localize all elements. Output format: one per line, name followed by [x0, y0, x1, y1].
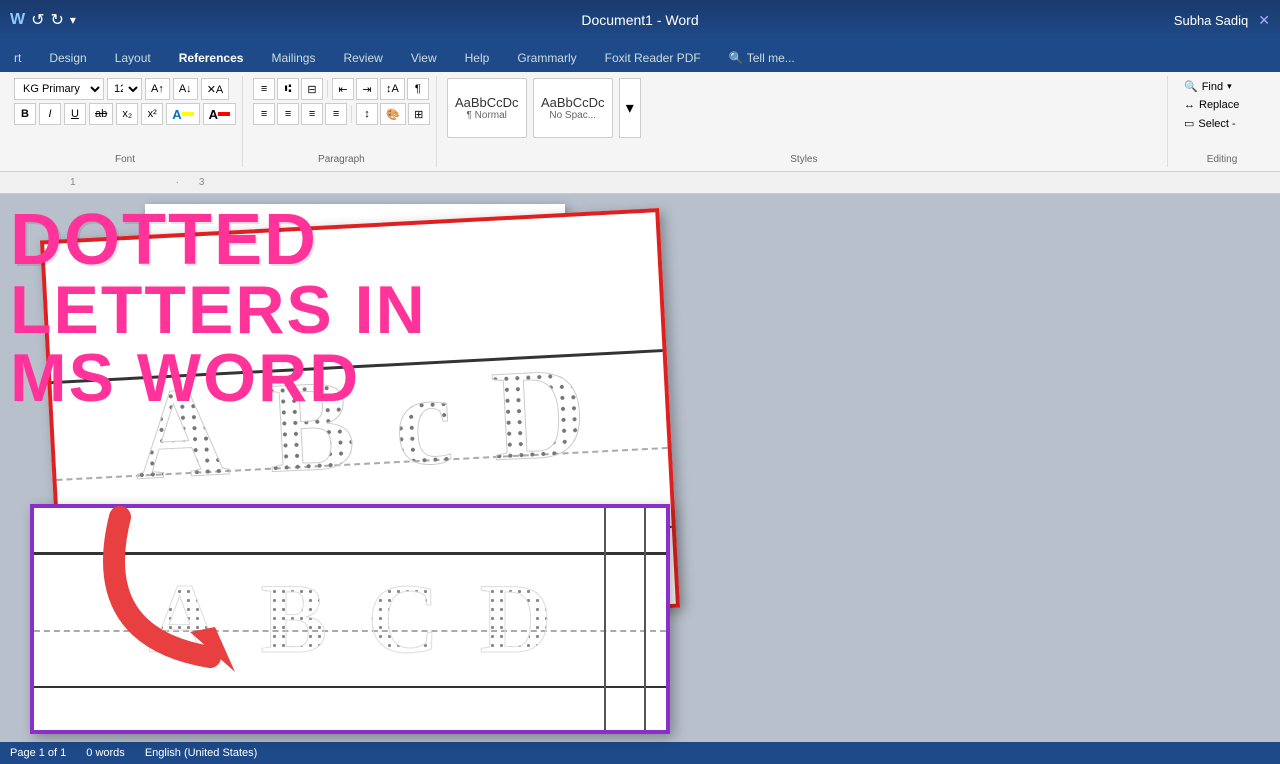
- title-bar-right: Subha Sadiq ✕: [1174, 12, 1270, 29]
- document-title: Document1 - Word: [581, 12, 698, 28]
- increase-font-button[interactable]: A↑: [145, 78, 170, 100]
- underline-button[interactable]: U: [64, 103, 86, 125]
- line-spacing-button[interactable]: ↕: [356, 103, 378, 125]
- tab-layout[interactable]: Layout: [101, 44, 165, 72]
- style-no-spacing[interactable]: AaBbCcDc No Spac...: [533, 78, 613, 138]
- shading-button[interactable]: 🎨: [380, 103, 406, 125]
- title-bar: W ↺ ↻ ▾ Document1 - Word Subha Sadiq ✕: [0, 0, 1280, 40]
- sort-button[interactable]: ↕A: [380, 78, 405, 100]
- page-info: Page 1 of 1: [10, 747, 66, 759]
- user-name: Subha Sadiq: [1174, 13, 1248, 28]
- overlay-line3: MS WORD: [10, 344, 427, 412]
- font-size-selector[interactable]: 12: [107, 78, 142, 100]
- arrow-svg: [60, 487, 310, 687]
- replace-button[interactable]: ↔ Replace: [1178, 97, 1266, 113]
- style-normal[interactable]: AaBbCcDc ¶ Normal: [447, 78, 527, 138]
- prev-letter-d: D: [489, 347, 590, 482]
- align-left-button[interactable]: ≡: [253, 103, 275, 125]
- overlay-line2: LETTERS IN: [10, 276, 427, 344]
- font-row1: KG Primary Do 12 A↑ A↓ ✕A: [14, 78, 236, 100]
- styles-row: AaBbCcDc ¶ Normal AaBbCcDc No Spac... ▾: [447, 78, 1161, 138]
- styles-group-label: Styles: [447, 152, 1161, 165]
- superscript-button[interactable]: x²: [141, 103, 163, 125]
- ruler: 1 · 3: [0, 172, 1280, 194]
- language: English (United States): [145, 747, 258, 759]
- arrow-container: [60, 487, 310, 692]
- select-icon: ▭: [1184, 117, 1194, 130]
- word-logo-icon: W: [10, 11, 25, 29]
- tab-design[interactable]: Design: [35, 44, 100, 72]
- search-icon: 🔍: [1184, 80, 1198, 93]
- subscript-button[interactable]: x₂: [116, 103, 138, 125]
- strikethrough-button[interactable]: ab: [89, 103, 113, 125]
- tab-search[interactable]: 🔍 Tell me...: [715, 44, 809, 72]
- tab-review[interactable]: Review: [329, 44, 396, 72]
- decrease-indent-button[interactable]: ⇤: [332, 78, 354, 100]
- numbering-button[interactable]: ⑆: [277, 78, 299, 100]
- border-button[interactable]: ⊞: [408, 103, 430, 125]
- align-center-button[interactable]: ≡: [277, 103, 299, 125]
- overlay-line1: DOTTED: [10, 204, 427, 276]
- purple-vert1: [604, 508, 606, 730]
- clear-format-button[interactable]: ✕A: [201, 78, 230, 100]
- tab-mailings[interactable]: Mailings: [257, 44, 329, 72]
- word-count: 0 words: [86, 747, 125, 759]
- editing-group-label: Editing: [1178, 152, 1266, 165]
- overlay-text: DOTTED LETTERS IN MS WORD: [10, 204, 427, 412]
- main-area: A B C DOTTED LETTERS IN MS WORD: [0, 194, 1280, 742]
- tab-help[interactable]: Help: [451, 44, 504, 72]
- italic-button[interactable]: I: [39, 103, 61, 125]
- editing-buttons: 🔍 Find ▾ ↔ Replace ▭ Select -: [1178, 78, 1266, 132]
- find-button[interactable]: 🔍 Find ▾: [1178, 78, 1266, 95]
- status-bar: Page 1 of 1 0 words English (United Stat…: [0, 742, 1280, 764]
- ribbon-tabs: rt Design Layout References Mailings Rev…: [0, 40, 1280, 72]
- align-right-button[interactable]: ≡: [301, 103, 323, 125]
- editing-group: 🔍 Find ▾ ↔ Replace ▭ Select - Editing: [1172, 76, 1272, 167]
- font-name-selector[interactable]: KG Primary Do: [14, 78, 104, 100]
- multilevel-button[interactable]: ⊟: [301, 78, 323, 100]
- increase-indent-button[interactable]: ⇥: [356, 78, 378, 100]
- tab-home[interactable]: rt: [0, 44, 35, 72]
- bullets-button[interactable]: ≡: [253, 78, 275, 100]
- redo-button[interactable]: ↻: [51, 10, 64, 30]
- ribbon: KG Primary Do 12 A↑ A↓ ✕A B I U ab x₂ x²…: [0, 72, 1280, 172]
- paragraph-group: ≡ ⑆ ⊟ ⇤ ⇥ ↕A ¶ ≡ ≡ ≡ ≡ ↕ 🎨 ⊞ Paragraph: [247, 76, 437, 167]
- tab-grammarly[interactable]: Grammarly: [503, 44, 590, 72]
- undo-button[interactable]: ↺: [31, 10, 44, 30]
- replace-icon: ↔: [1184, 99, 1195, 111]
- close-icon[interactable]: ✕: [1258, 12, 1270, 29]
- quick-access-dropdown[interactable]: ▾: [70, 13, 76, 27]
- purple-vert2: [644, 508, 646, 730]
- paragraph-group-label: Paragraph: [253, 152, 430, 165]
- purp-letter-c: C: [367, 569, 439, 669]
- font-group: KG Primary Do 12 A↑ A↓ ✕A B I U ab x₂ x²…: [8, 76, 243, 167]
- select-button[interactable]: ▭ Select -: [1178, 115, 1266, 132]
- paragraph-row2: ≡ ≡ ≡ ≡ ↕ 🎨 ⊞: [253, 103, 430, 125]
- show-marks-button[interactable]: ¶: [407, 78, 429, 100]
- tab-view[interactable]: View: [397, 44, 451, 72]
- highlight-button[interactable]: A: [203, 103, 236, 125]
- font-color-button[interactable]: A: [166, 103, 199, 125]
- styles-scroll-button[interactable]: ▾: [619, 78, 641, 138]
- font-row2: B I U ab x₂ x² A A: [14, 103, 236, 125]
- purp-letter-d: D: [479, 569, 551, 669]
- title-bar-controls: W ↺ ↻ ▾: [10, 10, 76, 30]
- bold-button[interactable]: B: [14, 103, 36, 125]
- paragraph-row1: ≡ ⑆ ⊟ ⇤ ⇥ ↕A ¶: [253, 78, 430, 100]
- tab-references[interactable]: References: [165, 44, 258, 72]
- styles-group: AaBbCcDc ¶ Normal AaBbCcDc No Spac... ▾ …: [441, 76, 1168, 167]
- font-group-label: Font: [14, 152, 236, 165]
- justify-button[interactable]: ≡: [325, 103, 347, 125]
- tab-foxit[interactable]: Foxit Reader PDF: [591, 44, 715, 72]
- decrease-font-button[interactable]: A↓: [173, 78, 198, 100]
